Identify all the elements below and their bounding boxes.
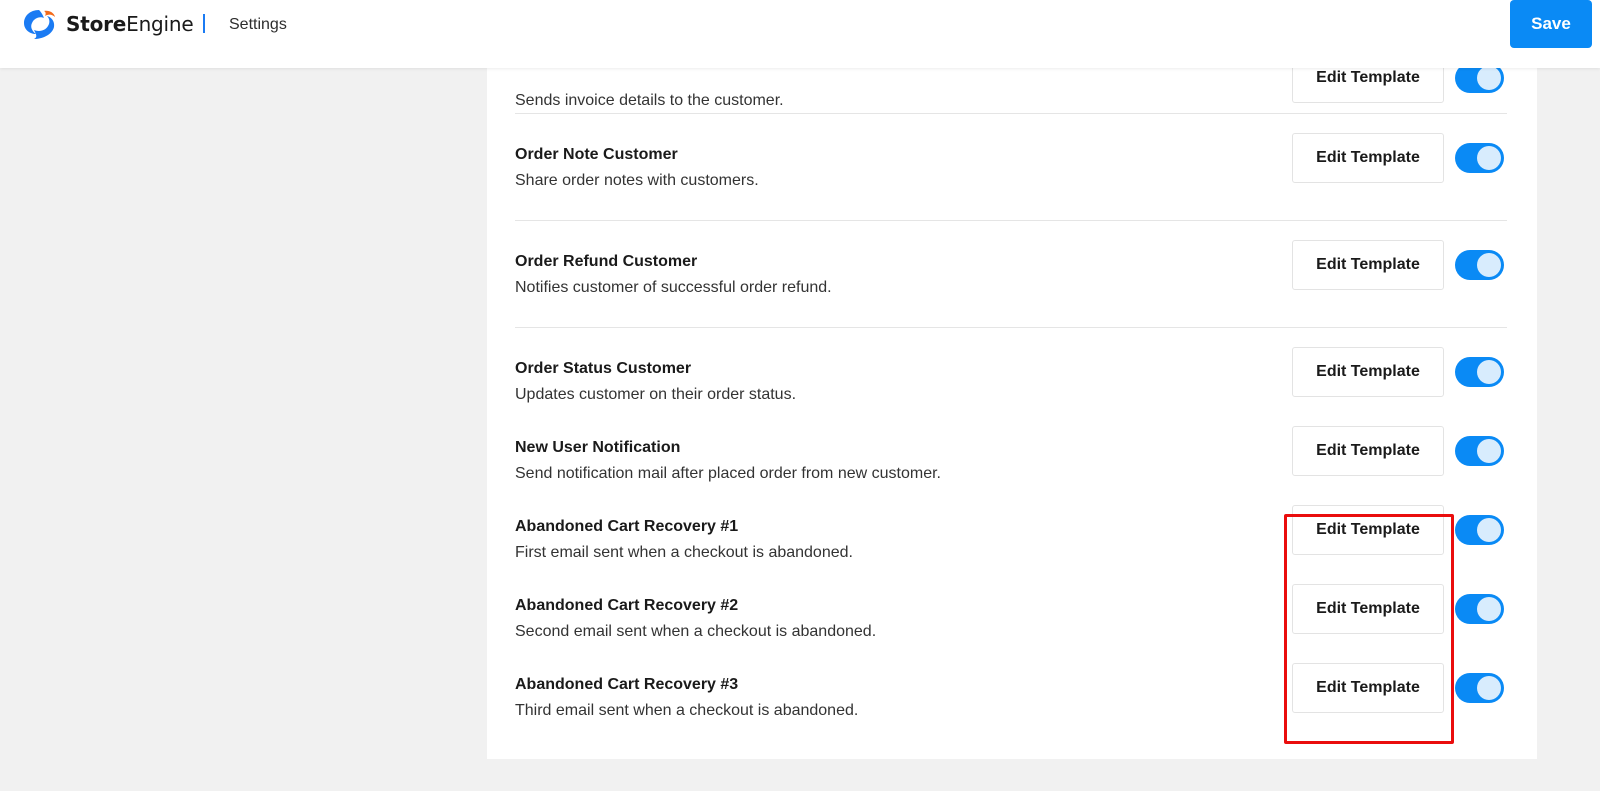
notification-description: First email sent when a checkout is aban…	[515, 544, 853, 561]
notification-description: Sends invoice details to the customer.	[515, 92, 784, 109]
storeengine-logo-icon	[24, 10, 55, 39]
notification-toggle[interactable]	[1455, 250, 1504, 280]
edit-template-button[interactable]: Edit Template	[1292, 240, 1444, 290]
notification-title: New User Notification	[515, 439, 681, 456]
notification-toggle[interactable]	[1455, 357, 1504, 387]
toggle-knob	[1477, 253, 1501, 277]
notification-description: Second email sent when a checkout is aba…	[515, 623, 877, 640]
notification-title: Abandoned Cart Recovery #2	[515, 597, 739, 614]
toggle-knob	[1477, 518, 1501, 542]
toggle-knob	[1477, 439, 1501, 463]
notification-toggle[interactable]	[1455, 594, 1504, 624]
top-bar: StoreEngine Settings Save	[0, 0, 1600, 68]
notification-title: Order Status Customer	[515, 360, 692, 377]
toggle-knob	[1477, 360, 1501, 384]
notification-description: Share order notes with customers.	[515, 172, 759, 189]
brand-name-light: Engine	[126, 12, 194, 36]
divider	[515, 327, 1507, 328]
toggle-knob	[1477, 146, 1501, 170]
notification-description: Send notification mail after placed orde…	[515, 465, 941, 482]
edit-template-button[interactable]: Edit Template	[1292, 133, 1444, 183]
toggle-knob	[1477, 676, 1501, 700]
notification-description: Updates customer on their order status.	[515, 386, 797, 403]
edit-template-button[interactable]: Edit Template	[1292, 426, 1444, 476]
notification-toggle[interactable]	[1455, 436, 1504, 466]
notifications-panel: Sends invoice details to the customer. E…	[487, 50, 1537, 759]
brand-name-bold: Store	[66, 12, 127, 36]
divider	[515, 220, 1507, 221]
notification-toggle[interactable]	[1455, 673, 1504, 703]
divider	[515, 113, 1507, 114]
notification-title: Abandoned Cart Recovery #3	[515, 676, 739, 693]
brand-name: StoreEngine	[66, 12, 194, 36]
notification-description: Third email sent when a checkout is aban…	[515, 702, 859, 719]
notification-title: Order Refund Customer	[515, 253, 698, 270]
page-title: Settings	[229, 16, 287, 33]
notification-description: Notifies customer of successful order re…	[515, 279, 832, 296]
notification-toggle[interactable]	[1455, 143, 1504, 173]
notification-toggle[interactable]	[1455, 515, 1504, 545]
edit-template-button[interactable]: Edit Template	[1292, 505, 1444, 555]
toggle-knob	[1477, 597, 1501, 621]
edit-template-button[interactable]: Edit Template	[1292, 584, 1444, 634]
edit-template-button[interactable]: Edit Template	[1292, 663, 1444, 713]
edit-template-button[interactable]: Edit Template	[1292, 347, 1444, 397]
save-button[interactable]: Save	[1510, 0, 1592, 48]
header-separator	[203, 14, 205, 33]
notification-title: Order Note Customer	[515, 146, 678, 163]
toggle-knob	[1477, 66, 1501, 90]
notification-title: Abandoned Cart Recovery #1	[515, 518, 739, 535]
